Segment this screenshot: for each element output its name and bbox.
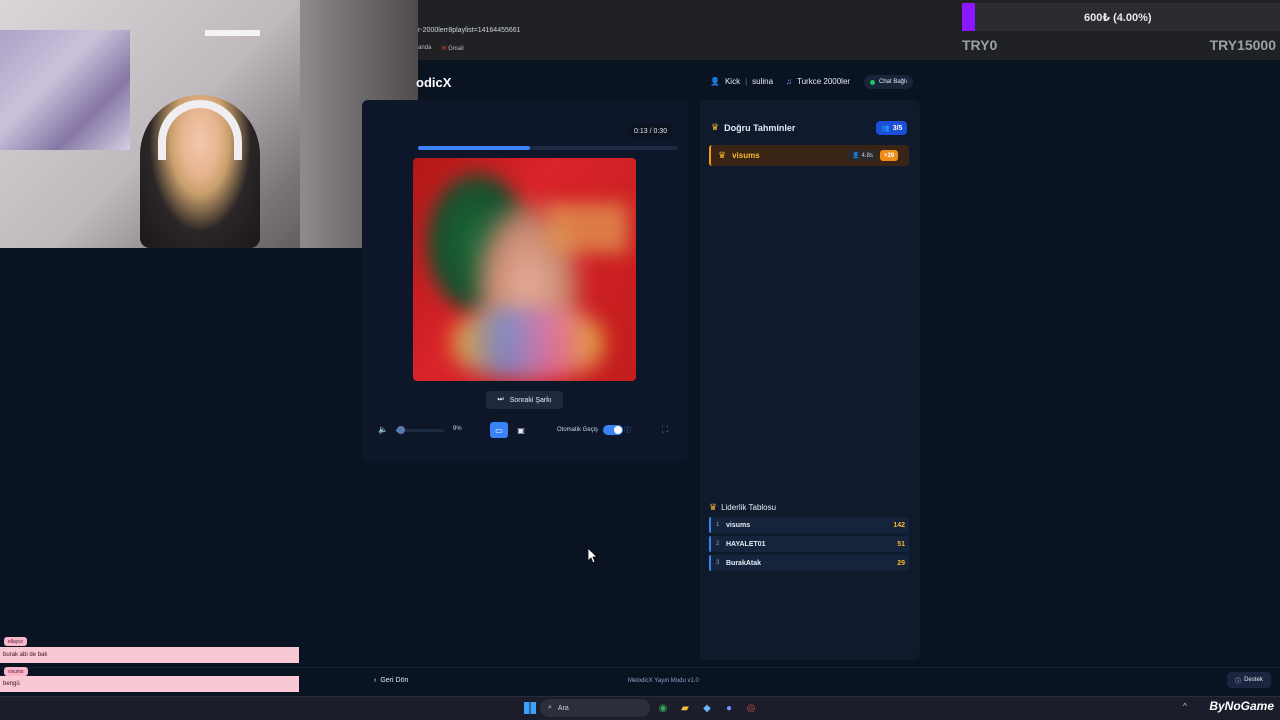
donation-min-label: TRY0 [962, 37, 998, 53]
guess-count-badge: 👥 3/5 [876, 121, 908, 135]
bookmark-gmail[interactable]: ✉ Gmail [441, 45, 463, 52]
music-note-icon: ♫ [786, 77, 792, 86]
search-icon: ⌕ [548, 704, 552, 711]
chat-status-label: Chat Bağlı [879, 79, 908, 85]
save-mode-button[interactable]: ▣ [514, 422, 528, 438]
discord-icon[interactable]: ● [722, 701, 736, 715]
guess-count: 3/5 [892, 124, 903, 132]
guess-points-badge: +29 [880, 150, 899, 161]
folder-icon[interactable]: ▰ [678, 701, 692, 715]
crown-icon: ♛ [711, 122, 720, 132]
correct-guesses-header: ♛ Doğru Tahminler [711, 122, 795, 133]
speaker-icon[interactable]: 🔈 [378, 425, 388, 434]
mouse-cursor-icon [588, 548, 598, 564]
wall-posters [0, 30, 130, 150]
leaderboard-rank: 3 [716, 560, 720, 566]
help-circle-icon: ⓘ [1235, 678, 1242, 685]
crown-icon: ♛ [718, 150, 727, 160]
toggle-knob [614, 426, 622, 434]
chat-status-badge: Chat Bağlı [864, 75, 914, 89]
bookmark-item[interactable]: anda [418, 45, 431, 52]
cover-blur-text [548, 203, 628, 253]
status-dot-icon [870, 79, 875, 85]
separator: | [745, 77, 748, 86]
guess-username: visums [732, 151, 760, 160]
skip-forward-icon: ⏭ [497, 396, 504, 403]
album-cover-blurred [413, 158, 636, 381]
footer-divider [0, 667, 1280, 668]
users-icon: 👥 [881, 125, 890, 132]
next-song-button[interactable]: ⏭ Sonraki Şarkı [486, 391, 563, 409]
leaderboard-row: 1 visums 142 [709, 517, 909, 533]
guess-row: ♛ visums [709, 145, 909, 166]
guess-time: 4.8s [861, 152, 873, 159]
auto-advance-label: Otomatik Geçiş [557, 427, 599, 433]
bookmark-label: Gmail [448, 46, 464, 52]
app-icon[interactable]: ◆ [700, 701, 714, 715]
leaderboard-score: 51 [897, 540, 905, 548]
guesses-panel [700, 100, 920, 660]
recording-app-icon[interactable]: ◎ [744, 701, 758, 715]
chat-message: bengü [0, 676, 299, 692]
back-button[interactable]: ‹ Geri Dön [374, 677, 408, 684]
playlist-label: Turkce 2000ler [797, 77, 851, 86]
correct-guesses-title: Doğru Tahminler [724, 122, 796, 133]
donation-goal-text: 600₺ (4.00%) [1084, 12, 1152, 24]
fullscreen-icon[interactable]: ⛶ [662, 424, 668, 435]
support-label: Destek [1244, 677, 1263, 683]
chat-message: burak abi de bak [0, 647, 299, 663]
info-icon[interactable]: ⓘ [624, 425, 631, 435]
chat-username: ellaysc [4, 637, 28, 646]
platform-channel: 👤 Kick | sulina [710, 77, 773, 86]
platform-label: Kick [724, 77, 741, 86]
chevron-left-icon: ‹ [374, 677, 377, 684]
bookmarks-bar: anda ✉ Gmail [418, 45, 464, 52]
channel-watermark: ByNoGame [1209, 699, 1274, 713]
app-logo: odicX [416, 75, 452, 90]
search-placeholder: Ara [557, 704, 569, 712]
webcam-feed [0, 0, 418, 248]
track-progress-fill [418, 146, 530, 150]
volume-slider-knob[interactable] [397, 426, 405, 434]
version-label: MelodicX Yayın Modu v1.0 [628, 678, 699, 684]
leaderboard-row: 2 HAYALET01 51 [709, 536, 909, 552]
leaderboard-name: HAYALET01 [726, 540, 766, 548]
chrome-icon[interactable]: ◉ [656, 701, 670, 715]
support-button[interactable]: ⓘ Destek [1227, 672, 1271, 688]
chat-username: visums [4, 667, 28, 676]
channel-label: sulina [752, 77, 774, 86]
cover-blur-dress [453, 308, 603, 378]
floppy-icon: ▣ [517, 425, 525, 435]
leaderboard-name: visums [726, 521, 751, 529]
donation-max-label: TRY15000 [1209, 37, 1276, 53]
leaderboard-rank: 2 [716, 541, 720, 547]
back-label: Geri Dön [380, 677, 409, 684]
leaderboard-rank: 1 [716, 522, 720, 528]
address-bar[interactable]: r-2000lerr8playlist=14164455661 [418, 27, 521, 34]
next-song-label: Sonraki Şarkı [509, 396, 552, 404]
monitor-icon: ▭ [495, 425, 503, 435]
leaderboard-title: Liderlik Tablosu [721, 503, 777, 512]
taskbar-search[interactable]: ⌕ Ara [540, 699, 650, 717]
leaderboard-name: BurakAtak [726, 559, 762, 567]
volume-percentage: 9% [453, 426, 462, 432]
chevron-up-icon[interactable]: ^ [1183, 702, 1187, 711]
guess-time-badge: 👤 4.8s [848, 150, 877, 161]
leaderboard-row: 3 BurakAtak 29 [709, 555, 909, 571]
leaderboard-header: ♛ Liderlik Tablosu [709, 502, 776, 513]
monitor-mode-button[interactable]: ▭ [490, 422, 508, 438]
leaderboard-score: 142 [893, 521, 905, 529]
track-timer: 0:13 / 0:30 [629, 124, 673, 138]
shelf [205, 30, 260, 36]
user-icon: 👤 [710, 77, 720, 86]
leaderboard-score: 29 [897, 559, 905, 567]
trophy-icon: ♛ [709, 502, 718, 512]
gmail-icon: ✉ [441, 46, 447, 52]
windows-start-icon[interactable] [524, 702, 536, 714]
donation-goal-fill [962, 3, 975, 31]
person-icon: 👤 [852, 153, 860, 159]
playlist-info: ♫ Turkce 2000ler [786, 77, 850, 86]
